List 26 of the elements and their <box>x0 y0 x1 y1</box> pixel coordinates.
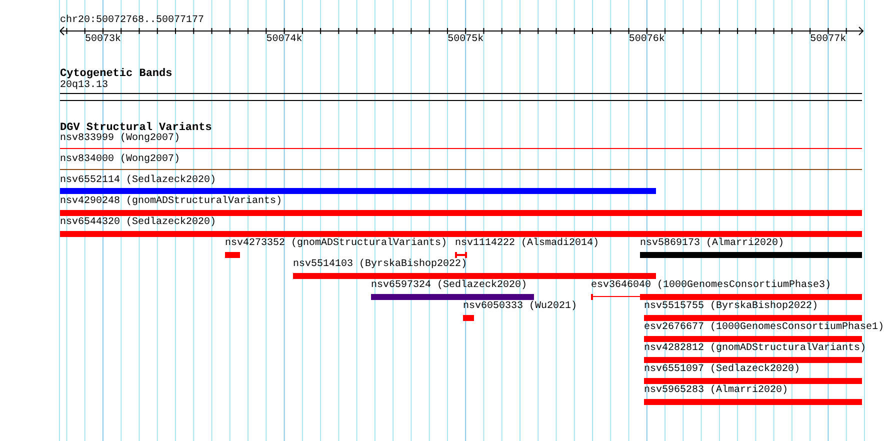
ruler-tick-label: 50076k <box>628 34 665 46</box>
variant-label: nsv6552114 (Sedlazeck2020) <box>60 175 216 187</box>
track-title: Cytogenetic Bands <box>60 68 172 80</box>
variant-label: nsv6597324 (Sedlazeck2020) <box>371 280 528 292</box>
variant-label: nsv5965283 (Almarri2020) <box>644 385 788 397</box>
variant-label: nsv6050333 (Wu2021) <box>463 301 578 313</box>
band-label: 20q13.13 <box>60 80 108 92</box>
variant-label: nsv834000 (Wong2007) <box>60 154 180 166</box>
ruler-tick-label: 50073k <box>85 34 121 46</box>
variant-label: nsv4273352 (gnomADStructuralVariants) <box>225 238 448 250</box>
track-title: DGV Structural Variants <box>60 122 212 134</box>
variant-label: esv3646040 (1000GenomesConsortiumPhase3) <box>591 280 832 292</box>
variant-label: nsv5515755 (ByrskaBishop2022) <box>644 301 818 313</box>
variant-label: nsv6544320 (Sedlazeck2020) <box>60 217 216 229</box>
variant-label: nsv833999 (Wong2007) <box>60 133 180 145</box>
variant-label: nsv6551097 (Sedlazeck2020) <box>644 364 800 376</box>
ruler-tick-label: 50075k <box>448 34 484 46</box>
location-label: chr20:50072768..50077177 <box>60 15 204 27</box>
ruler-tick-label: 50074k <box>266 34 302 46</box>
ruler-tick-label: 50077k <box>810 34 846 46</box>
variant-label: nsv4290248 (gnomADStructuralVariants) <box>60 196 282 208</box>
variant-label: nsv5869173 (Almarri2020) <box>640 238 784 250</box>
variant-label: nsv1114222 (Alsmadi2014) <box>455 238 600 250</box>
variant-label: nsv5514103 (ByrskaBishop2022) <box>293 259 468 271</box>
variant-label: nsv4282812 (gnomADStructuralVariants) <box>644 343 866 355</box>
variant-label: esv2676677 (1000GenomesConsortiumPhase1) <box>644 322 884 334</box>
